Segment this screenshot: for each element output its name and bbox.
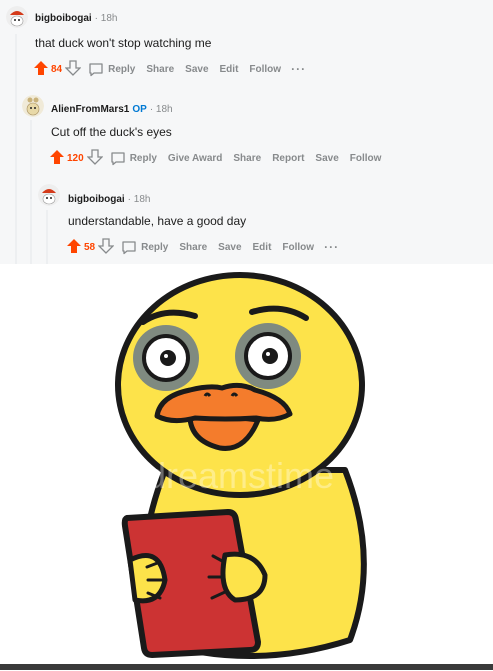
comment-thread: bigboibogai · 18h that duck won't stop wa…: [0, 0, 493, 264]
downvote-arrow-icon[interactable]: [64, 59, 82, 79]
right-hand: [220, 551, 268, 603]
comment-meta: AlienFromMars1 OP · 18h: [51, 104, 173, 115]
timestamp[interactable]: · 18h: [150, 104, 173, 115]
reply-button[interactable]: Reply: [88, 61, 135, 77]
vote-controls: 120: [49, 148, 104, 168]
vote-count: 58: [84, 241, 96, 253]
avatar[interactable]: [6, 6, 28, 28]
comment-meta: bigboibogai · 18h: [35, 13, 117, 24]
reply-button[interactable]: Reply: [121, 239, 168, 255]
vote-count: 120: [67, 152, 84, 164]
more-dots-icon[interactable]: ···: [291, 63, 306, 75]
bottom-bar: [0, 664, 493, 670]
save-button[interactable]: Save: [315, 153, 338, 164]
downvote-arrow-icon[interactable]: [97, 237, 115, 257]
reply-label: Reply: [108, 63, 136, 75]
downvote-arrow-icon[interactable]: [86, 148, 104, 168]
op-badge: OP: [132, 104, 147, 115]
thread-line[interactable]: [46, 210, 48, 264]
edit-button[interactable]: Edit: [220, 64, 239, 75]
username[interactable]: bigboibogai: [68, 194, 125, 205]
more-dots-icon[interactable]: ···: [324, 241, 339, 253]
username[interactable]: AlienFromMars1: [51, 104, 129, 115]
follow-button[interactable]: Follow: [350, 153, 382, 164]
watermark: dreamstime: [146, 455, 334, 496]
reply-label: Reply: [129, 152, 157, 164]
comment-actions: 58 Reply Share Save Edit Follow ···: [66, 237, 339, 257]
upvote-arrow-icon[interactable]: [66, 238, 82, 257]
upvote-arrow-icon[interactable]: [49, 149, 65, 168]
reply-label: Reply: [141, 241, 169, 253]
vote-count: 84: [51, 63, 63, 75]
upvote-arrow-icon[interactable]: [33, 60, 49, 79]
share-button[interactable]: Share: [179, 242, 207, 253]
comment-body: Cut off the duck's eyes: [51, 125, 172, 139]
edit-button[interactable]: Edit: [253, 242, 272, 253]
comment-body: understandable, have a good day: [68, 214, 247, 228]
save-button[interactable]: Save: [218, 242, 241, 253]
comment-bubble-icon: [110, 150, 126, 166]
vote-controls: 58: [66, 237, 115, 257]
duck-image: dreamstime: [0, 264, 493, 666]
timestamp[interactable]: · 18h: [95, 13, 118, 24]
comment-actions: 120 Reply Give Award Share Report Save F…: [49, 148, 381, 168]
follow-button[interactable]: Follow: [249, 64, 281, 75]
comment-bubble-icon: [121, 239, 137, 255]
left-eye: [133, 325, 199, 391]
avatar[interactable]: [38, 184, 60, 206]
timestamp[interactable]: · 18h: [128, 194, 151, 205]
username[interactable]: bigboibogai: [35, 13, 92, 24]
duck-illustration: dreamstime: [115, 272, 367, 659]
follow-button[interactable]: Follow: [282, 242, 314, 253]
share-button[interactable]: Share: [146, 64, 174, 75]
give-award-button[interactable]: Give Award: [168, 153, 222, 164]
comment-meta: bigboibogai · 18h: [68, 194, 150, 205]
share-button[interactable]: Share: [233, 153, 261, 164]
thread-line[interactable]: [15, 34, 17, 264]
report-button[interactable]: Report: [272, 153, 304, 164]
comment-actions: 84 Reply Share Save Edit Follow ···: [33, 59, 306, 79]
comment-bubble-icon: [88, 61, 104, 77]
thread-line[interactable]: [30, 120, 32, 264]
avatar[interactable]: [22, 95, 44, 117]
reply-button[interactable]: Reply: [110, 150, 157, 166]
vote-controls: 84: [33, 59, 82, 79]
save-button[interactable]: Save: [185, 64, 208, 75]
comment-body: that duck won't stop watching me: [35, 36, 212, 50]
right-eye: [235, 323, 301, 389]
